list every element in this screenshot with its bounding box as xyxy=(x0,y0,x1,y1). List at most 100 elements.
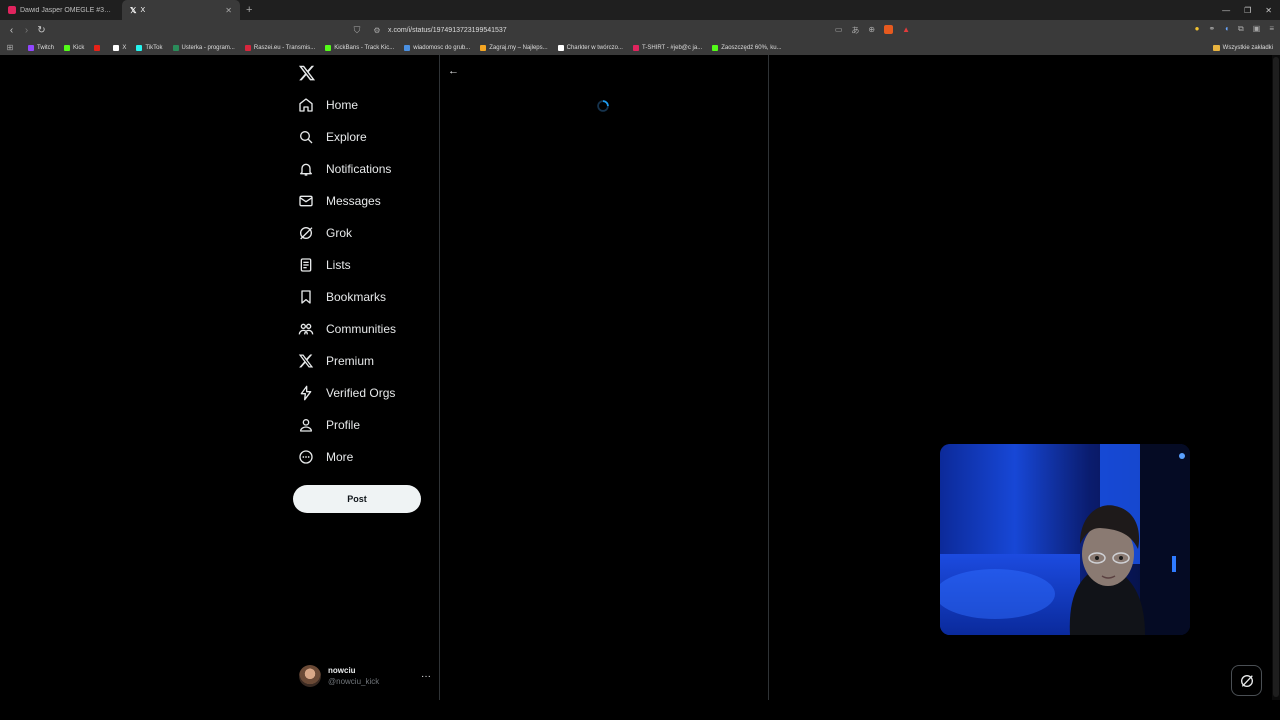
tab-close-icon[interactable]: ✕ xyxy=(225,6,232,15)
post-button[interactable]: Post xyxy=(293,485,421,513)
person-icon xyxy=(300,419,312,432)
bookmark-item[interactable] xyxy=(94,44,103,51)
bookmark-favicon-icon xyxy=(28,44,34,51)
cast-icon[interactable]: ▭ xyxy=(835,25,843,36)
sidebar-item-profile[interactable]: Profile xyxy=(298,409,360,441)
bookmark-label: Charkter w twórczo... xyxy=(566,44,623,51)
bookmark-page-icon[interactable]: ⛉ xyxy=(350,25,364,36)
bookmark-favicon-icon xyxy=(480,44,487,51)
bookmark-item[interactable]: Zagraj.my – Najleps... xyxy=(480,44,548,51)
bell-icon xyxy=(300,163,312,176)
extension-icon[interactable]: ◖ xyxy=(1224,24,1229,34)
bookmark-item[interactable]: T-SHIRT - #jeb@c ja... xyxy=(632,44,702,51)
minimize-icon[interactable]: — xyxy=(1222,6,1230,15)
page-scrollbar[interactable] xyxy=(1272,55,1280,700)
extension-icon[interactable]: ● xyxy=(1195,24,1200,34)
brave-rewards-icon[interactable]: ▲ xyxy=(902,25,910,36)
bookmark-favicon-icon xyxy=(172,44,179,51)
sidebar-item-more[interactable]: More xyxy=(298,441,353,473)
bookmark-favicon-icon xyxy=(325,44,332,51)
sidebar-item-label: Communities xyxy=(326,322,397,336)
back-nav-icon[interactable]: ‹ xyxy=(4,25,19,36)
site-info-icon[interactable]: ⚙ xyxy=(370,26,384,35)
sidebar-item-bookmarks[interactable]: Bookmarks xyxy=(298,281,386,313)
list-icon xyxy=(300,258,312,272)
webcam-overlay xyxy=(940,444,1190,635)
bookmark-favicon-icon xyxy=(712,44,719,51)
grok-floating-button[interactable] xyxy=(1231,665,1262,696)
bookmark-item[interactable]: Usterka - program... xyxy=(172,44,235,51)
sidebar-item-lists[interactable]: Lists xyxy=(298,249,351,281)
all-bookmarks-folder[interactable]: Wszystkie zakładki xyxy=(1212,44,1280,51)
reload-icon[interactable]: ↻ xyxy=(34,25,49,36)
zoom-icon[interactable]: ⊕ xyxy=(868,25,875,36)
youtube-favicon-icon xyxy=(8,6,16,14)
sidebar-item-grok[interactable]: Grok xyxy=(298,217,352,249)
sidebar-item-verified-orgs[interactable]: Verified Orgs xyxy=(298,377,395,409)
envelope-icon xyxy=(299,195,313,207)
bookmark-label: TikTok xyxy=(145,44,163,51)
sidebar-item-premium[interactable]: Premium xyxy=(298,345,374,377)
bookmark-item[interactable]: KickBans - Track Kic... xyxy=(325,44,395,51)
account-switcher[interactable]: nowciu @nowciu_kick ··· xyxy=(299,662,431,690)
bookmark-item[interactable]: Kick xyxy=(64,44,85,51)
x-logo-icon xyxy=(298,354,314,368)
browser-tab-x[interactable]: 𝕏 X ✕ xyxy=(122,0,240,20)
bookmark-label: Usterka - program... xyxy=(181,44,235,51)
bookmark-label: Zagraj.my – Najleps... xyxy=(489,44,548,51)
browser-toolbar: ‹ › ↻ ⛉ ⚙ x.com/i/status/197491372319954… xyxy=(0,20,1280,40)
forward-nav-icon[interactable]: › xyxy=(19,25,34,36)
address-url[interactable]: x.com/i/status/1974913723199541537 xyxy=(388,27,835,34)
grok-icon xyxy=(1240,674,1253,687)
close-window-icon[interactable]: ✕ xyxy=(1265,6,1272,15)
bookmark-favicon-icon xyxy=(94,44,101,51)
bookmark-item[interactable]: Raszei.eu - Transmis... xyxy=(244,44,315,51)
sidebar-item-notifications[interactable]: Notifications xyxy=(298,153,391,185)
sidebar-item-messages[interactable]: Messages xyxy=(298,185,381,217)
restore-icon[interactable]: ❐ xyxy=(1244,6,1251,15)
bookmark-label: KickBans - Track Kic... xyxy=(334,44,395,51)
people-icon xyxy=(298,323,314,335)
x-logo-icon[interactable] xyxy=(298,64,316,82)
sidebar-item-label: Home xyxy=(326,98,359,112)
sidebar-item-communities[interactable]: Communities xyxy=(298,313,396,345)
browser-tab-youtube[interactable]: Dawid Jasper OMEGLE #36 - Pojedy... xyxy=(0,0,122,20)
sidebar-item-label: Notifications xyxy=(326,162,392,176)
apps-grid-icon[interactable]: ⊞ xyxy=(0,43,20,52)
sidebar-item-label: Grok xyxy=(326,226,353,240)
bookmark-favicon-icon xyxy=(64,44,71,51)
new-tab-button[interactable]: + xyxy=(240,4,258,16)
more-circle-icon xyxy=(299,450,313,464)
wallet-icon[interactable]: ▣ xyxy=(1253,24,1261,34)
more-dots-icon[interactable]: ··· xyxy=(421,671,431,682)
sidebar-item-label: Verified Orgs xyxy=(326,386,396,400)
sidebar-item-label: More xyxy=(326,450,354,464)
sidebar-item-explore[interactable]: Explore xyxy=(298,121,367,153)
address-bar[interactable]: ⛉ ⚙ x.com/i/status/1974913723199541537 ▭… xyxy=(350,22,910,38)
bookmark-item[interactable]: Zaoszczędź 60%, ku... xyxy=(712,44,782,51)
streamer-webcam-image xyxy=(940,444,1190,635)
sidebar-item-label: Messages xyxy=(326,194,381,208)
extension-icon[interactable]: ⚭ xyxy=(1209,24,1216,34)
back-arrow-icon[interactable]: ← xyxy=(448,65,459,77)
bookmark-item[interactable]: Twitch xyxy=(28,44,54,51)
translate-icon[interactable]: あ xyxy=(851,25,859,36)
browser-tab-bar: Dawid Jasper OMEGLE #36 - Pojedy... 𝕏 X … xyxy=(0,0,1280,20)
sidebar-item-label: Bookmarks xyxy=(326,290,387,304)
sidebar-item-home[interactable]: Home xyxy=(298,89,358,121)
bookmark-favicon-icon xyxy=(557,44,564,51)
bookmark-label: Kick xyxy=(73,44,85,51)
menu-icon[interactable]: ≡ xyxy=(1269,24,1274,34)
bookmarks-bar: ⊞ Twitch Kick X TikTok Usterka - program... R… xyxy=(0,40,1280,55)
home-icon xyxy=(299,98,313,112)
extensions-area: ● ⚭ ◖ ⧉ ▣ ≡ xyxy=(1195,24,1274,34)
brave-shield-icon[interactable] xyxy=(884,24,894,34)
bookmark-item[interactable]: wiadomosc do grub... xyxy=(404,44,470,51)
bookmark-item[interactable]: Charkter w twórczo... xyxy=(557,44,623,51)
scrollbar-thumb[interactable] xyxy=(1273,57,1279,697)
bookmark-item[interactable]: X xyxy=(113,44,126,51)
tab-title: Dawid Jasper OMEGLE #36 - Pojedy... xyxy=(20,6,114,14)
bookmark-item[interactable]: TikTok xyxy=(136,44,163,51)
bookmark-favicon-icon xyxy=(404,44,411,51)
puzzle-icon[interactable]: ⧉ xyxy=(1238,24,1244,34)
